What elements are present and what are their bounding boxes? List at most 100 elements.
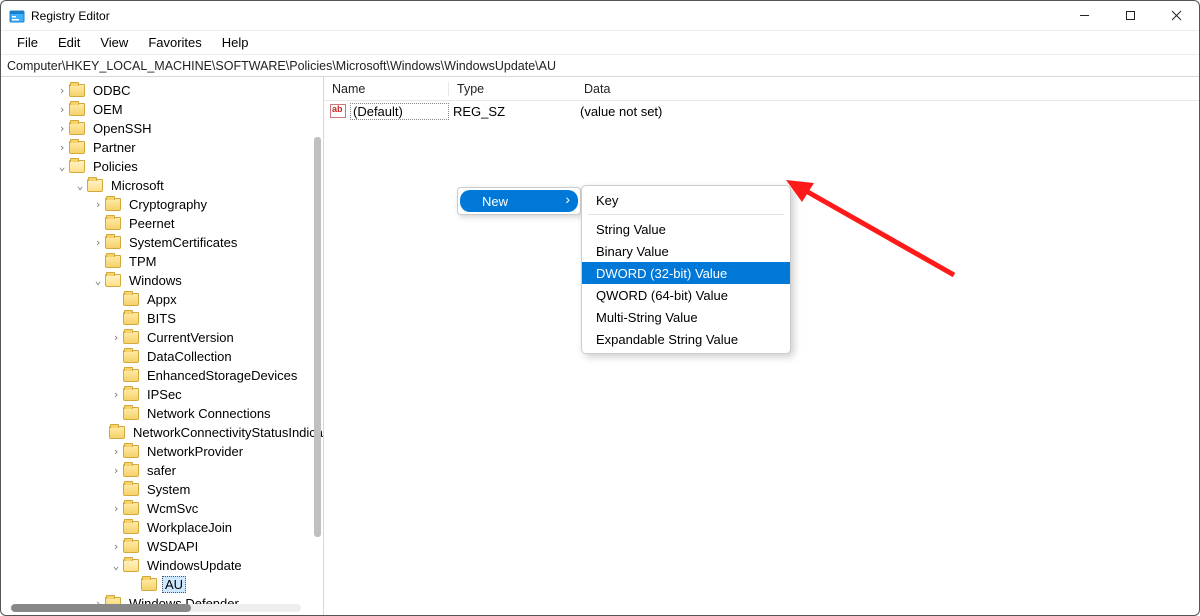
folder-icon	[105, 236, 121, 249]
folder-icon	[123, 331, 139, 344]
value-data: (value not set)	[576, 104, 1199, 119]
tree-node-appx[interactable]: Appx	[1, 290, 323, 309]
context-menu-item-qword-64-bit-value[interactable]: QWORD (64-bit) Value	[582, 284, 790, 306]
folder-icon	[123, 464, 139, 477]
tree-node-microsoft[interactable]: ⌄Microsoft	[1, 176, 323, 195]
menubar: File Edit View Favorites Help	[1, 31, 1199, 55]
tree-node-tpm[interactable]: TPM	[1, 252, 323, 271]
context-menu-item-label: Binary Value	[596, 244, 669, 259]
tree-node-ipsec[interactable]: › IPSec	[1, 385, 323, 404]
expand-icon[interactable]: ⌄	[73, 179, 87, 192]
tree-node-odbc[interactable]: › ODBC	[1, 81, 323, 100]
tree-vertical-scrollbar[interactable]	[314, 137, 321, 537]
tree-node-bits[interactable]: BITS	[1, 309, 323, 328]
folder-icon	[123, 521, 139, 534]
context-menu-new[interactable]: New	[460, 190, 578, 212]
context-submenu-new: Key String Value Binary Value DWORD (32-bit…	[581, 185, 791, 354]
tree-node-label: EnhancedStorageDevices	[144, 367, 300, 384]
tree-node-network-connections[interactable]: Network Connections	[1, 404, 323, 423]
context-menu-item-dword-32-bit-value[interactable]: DWORD (32-bit) Value	[582, 262, 790, 284]
menu-view[interactable]: View	[90, 32, 138, 53]
expand-icon[interactable]: ›	[109, 540, 123, 553]
tree-horizontal-scrollbar-thumb[interactable]	[11, 604, 191, 612]
tree-node-windowsupdate[interactable]: ⌄WindowsUpdate	[1, 556, 323, 575]
context-menu-item-label: QWORD (64-bit) Value	[596, 288, 728, 303]
expand-icon[interactable]: ›	[109, 331, 123, 344]
tree-node-workplacejoin[interactable]: WorkplaceJoin	[1, 518, 323, 537]
tree-node-currentversion[interactable]: › CurrentVersion	[1, 328, 323, 347]
tree-node-policies[interactable]: ⌄Policies	[1, 157, 323, 176]
tree-node-label: OpenSSH	[90, 120, 155, 137]
folder-icon	[69, 84, 85, 97]
address-bar[interactable]: Computer\HKEY_LOCAL_MACHINE\SOFTWARE\Pol…	[1, 55, 1199, 77]
expand-icon[interactable]: ›	[109, 502, 123, 515]
tree-node-au[interactable]: AU	[1, 575, 323, 594]
tree-node-wcmsvc[interactable]: ›WcmSvc	[1, 499, 323, 518]
string-value-icon	[330, 104, 346, 118]
folder-icon	[123, 483, 139, 496]
expand-icon[interactable]: ›	[55, 141, 69, 154]
tree-node-systemcertificates[interactable]: ›SystemCertificates	[1, 233, 323, 252]
expand-icon[interactable]: ⌄	[55, 160, 69, 173]
tree-node-label: WSDAPI	[144, 538, 201, 555]
window-controls	[1061, 1, 1199, 31]
tree-node-label: Cryptography	[126, 196, 210, 213]
tree-node-system[interactable]: System	[1, 480, 323, 499]
context-menu-item-label: Key	[596, 193, 618, 208]
context-menu-item-binary-value[interactable]: Binary Value	[582, 240, 790, 262]
expand-icon[interactable]: ›	[109, 464, 123, 477]
tree-node-label: ODBC	[90, 82, 134, 99]
expand-icon[interactable]: ⌄	[91, 274, 105, 287]
context-menu-item-label: DWORD (32-bit) Value	[596, 266, 727, 281]
tree-node-cryptography[interactable]: › Cryptography	[1, 195, 323, 214]
tree-node-networkprovider[interactable]: ›NetworkProvider	[1, 442, 323, 461]
folder-icon	[105, 198, 121, 211]
tree-node-oem[interactable]: › OEM	[1, 100, 323, 119]
expand-icon[interactable]: ›	[55, 103, 69, 116]
column-header-name[interactable]: Name	[324, 82, 449, 96]
close-button[interactable]	[1153, 1, 1199, 31]
tree-node-wsdapi[interactable]: › WSDAPI	[1, 537, 323, 556]
context-menu-item-label: Expandable String Value	[596, 332, 738, 347]
tree-scroll[interactable]: › ODBC › OEM › OpenSSH›Partner⌄Policies⌄Micro…	[1, 77, 323, 615]
expand-icon[interactable]: ›	[91, 236, 105, 249]
tree-node-windows[interactable]: ⌄Windows	[1, 271, 323, 290]
tree-node-datacollection[interactable]: DataCollection	[1, 347, 323, 366]
minimize-button[interactable]	[1061, 1, 1107, 31]
expand-icon[interactable]: ›	[55, 84, 69, 97]
tree-node-label: CurrentVersion	[144, 329, 237, 346]
folder-icon	[123, 312, 139, 325]
expand-icon[interactable]: ›	[91, 198, 105, 211]
folder-icon	[69, 103, 85, 116]
tree-node-label: DataCollection	[144, 348, 235, 365]
expand-icon[interactable]: ›	[55, 122, 69, 135]
tree-node-label: OEM	[90, 101, 126, 118]
column-header-type[interactable]: Type	[449, 82, 576, 96]
column-header-data[interactable]: Data	[576, 82, 1199, 96]
menu-edit[interactable]: Edit	[48, 32, 90, 53]
tree-node-peernet[interactable]: Peernet	[1, 214, 323, 233]
maximize-button[interactable]	[1107, 1, 1153, 31]
folder-icon	[105, 255, 121, 268]
tree-node-openssh[interactable]: › OpenSSH	[1, 119, 323, 138]
expand-icon[interactable]: ⌄	[109, 559, 123, 572]
list-row[interactable]: (Default) REG_SZ (value not set)	[324, 101, 1199, 121]
tree-horizontal-scrollbar[interactable]	[11, 604, 301, 612]
menu-favorites[interactable]: Favorites	[138, 32, 211, 53]
context-menu-item-key[interactable]: Key	[582, 189, 790, 211]
tree-node-networkconnectivitystatusindicator[interactable]: NetworkConnectivityStatusIndicator	[1, 423, 323, 442]
expand-icon[interactable]: ›	[109, 388, 123, 401]
tree-node-partner[interactable]: ›Partner	[1, 138, 323, 157]
tree-node-label: IPSec	[144, 386, 185, 403]
context-menu-item-expandable-string-value[interactable]: Expandable String Value	[582, 328, 790, 350]
tree-node-enhancedstoragedevices[interactable]: EnhancedStorageDevices	[1, 366, 323, 385]
menu-help[interactable]: Help	[212, 32, 259, 53]
tree-node-safer[interactable]: ›safer	[1, 461, 323, 480]
tree-node-label: BITS	[144, 310, 179, 327]
expand-icon[interactable]: ›	[109, 445, 123, 458]
tree-node-label: NetworkConnectivityStatusIndicator	[130, 424, 323, 441]
context-menu-item-string-value[interactable]: String Value	[582, 218, 790, 240]
context-menu-item-multi-string-value[interactable]: Multi-String Value	[582, 306, 790, 328]
folder-icon	[69, 122, 85, 135]
menu-file[interactable]: File	[7, 32, 48, 53]
